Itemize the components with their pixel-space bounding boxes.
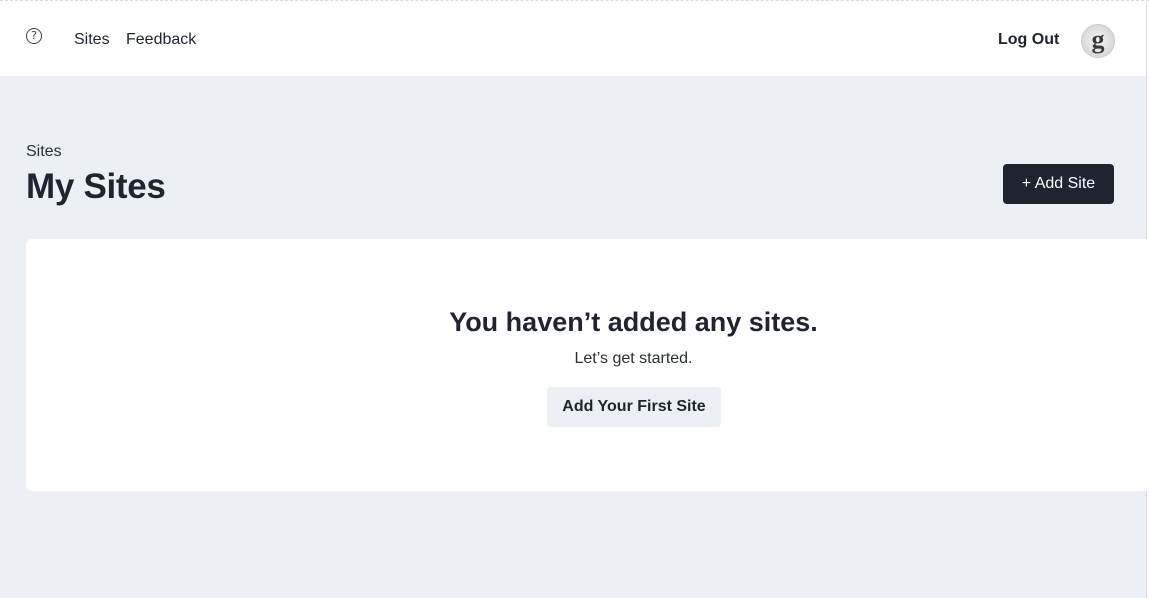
add-first-site-button[interactable]: Add Your First Site <box>547 387 721 427</box>
top-header: ? Sites Feedback Log Out g <box>0 4 1146 76</box>
empty-state-title: You haven’t added any sites. <box>449 307 818 337</box>
question-circle-icon[interactable]: ? <box>26 28 42 44</box>
nav-sites-link[interactable]: Sites <box>74 31 110 49</box>
logout-link[interactable]: Log Out <box>998 31 1059 49</box>
empty-state-card: You haven’t added any sites. Let’s get s… <box>26 239 1147 491</box>
avatar[interactable]: g <box>1081 24 1115 58</box>
empty-state-subtitle: Let’s get started. <box>574 350 693 367</box>
app-frame: ? Sites Feedback Log Out g Sites My Site… <box>0 4 1147 598</box>
breadcrumb: Sites <box>26 143 62 160</box>
add-site-button[interactable]: + Add Site <box>1003 164 1114 204</box>
page-title: My Sites <box>26 167 166 206</box>
nav-feedback-link[interactable]: Feedback <box>126 31 196 49</box>
